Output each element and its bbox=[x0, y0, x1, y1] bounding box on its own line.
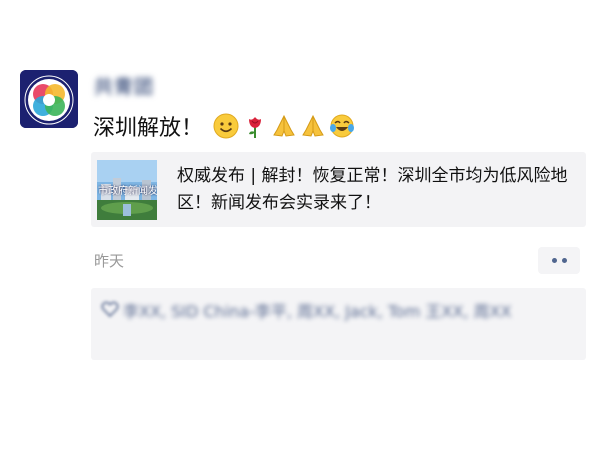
rose-emoji-icon bbox=[249, 117, 262, 138]
logo-icon bbox=[20, 70, 78, 128]
post-timestamp: 昨天 bbox=[94, 252, 125, 270]
article-title[interactable]: 权威发布 | 解封！恢复正常！深圳全市均为低风险地区！新闻发布会实录来了！ bbox=[177, 163, 577, 217]
praying-hands-emoji-icon bbox=[302, 114, 324, 137]
username[interactable]: 共青团 bbox=[94, 72, 154, 99]
thumbnail-caption: 市政府新闻发 bbox=[98, 186, 157, 197]
more-options-button[interactable] bbox=[538, 247, 580, 274]
more-dots-icon bbox=[561, 258, 567, 263]
shared-article-card[interactable]: 市政府新闻发 权威发布 | 解封！恢复正常！深圳全市均为低风险地区！新闻发布会实… bbox=[91, 152, 586, 227]
avatar[interactable] bbox=[20, 70, 78, 128]
smiling-face-emoji-icon bbox=[213, 113, 239, 139]
likes-section: 李XX, SID China-李平, 周XX, Jack, Tom 王XX, 周… bbox=[91, 288, 586, 360]
praying-hands-emoji-icon bbox=[273, 114, 295, 137]
likes-names[interactable]: 李XX, SID China-李平, 周XX, Jack, Tom 王XX, 周… bbox=[103, 298, 573, 326]
more-dots-icon bbox=[551, 258, 557, 263]
post-text-content: 深圳解放！ bbox=[93, 116, 204, 141]
emoji-group bbox=[213, 113, 355, 139]
post-text: 深圳解放！ bbox=[93, 110, 355, 142]
moments-post: 共青团 深圳解放！ 市政府新闻发 权威发布 | 解封！恢复正常！深圳全市均为低风… bbox=[0, 0, 600, 450]
article-thumbnail: 市政府新闻发 bbox=[97, 160, 157, 220]
tears-of-joy-emoji-icon bbox=[330, 114, 355, 138]
